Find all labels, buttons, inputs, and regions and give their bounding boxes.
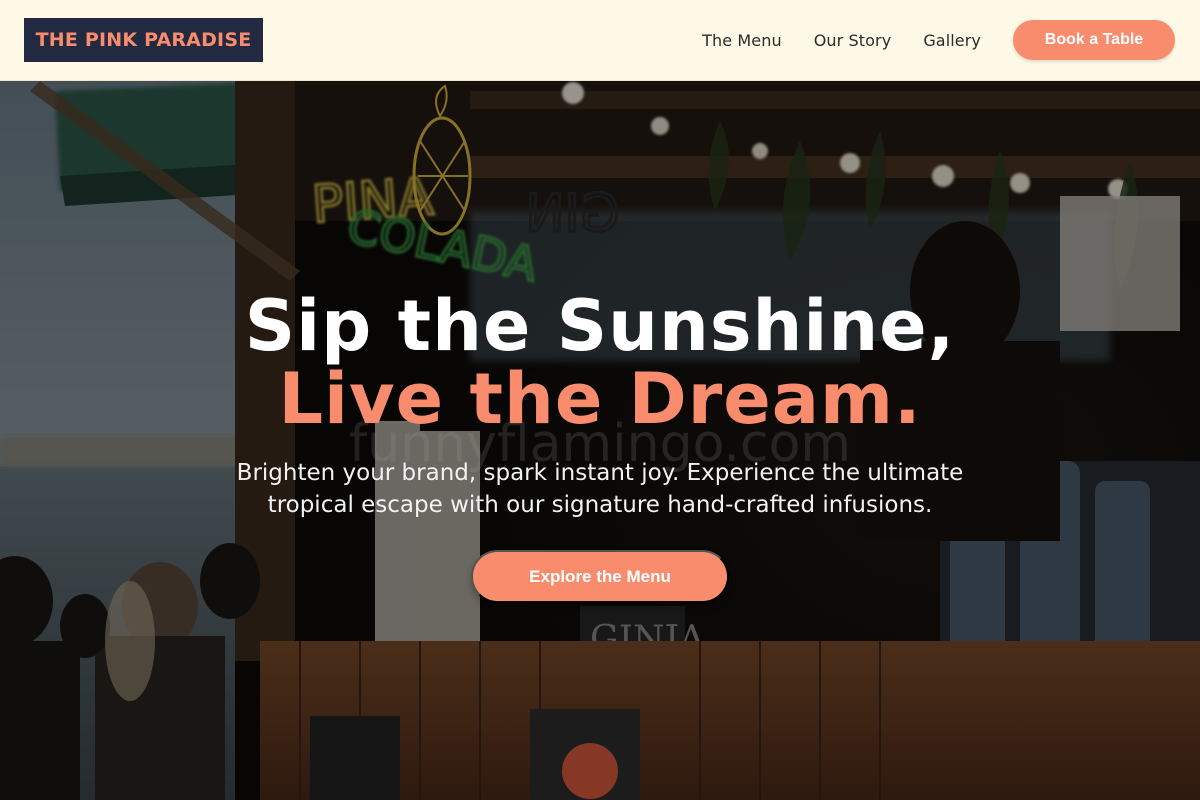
book-table-button[interactable]: Book a Table: [1013, 20, 1175, 60]
nav-menu: The Menu Our Story Gallery Book a Table: [702, 20, 1176, 60]
hero-headline-line1: Sip the Sunshine,: [244, 285, 956, 367]
page: THE PINK PARADISE The Menu Our Story Gal…: [0, 0, 1200, 800]
hero-subtitle: Brighten your brand, spark instant joy. …: [200, 457, 1000, 521]
hero-subtitle-line1: Brighten your brand, spark instant joy. …: [236, 460, 964, 486]
navbar: THE PINK PARADISE The Menu Our Story Gal…: [0, 0, 1200, 81]
hero-headline-line2: Live the Dream.: [278, 358, 922, 440]
nav-link-menu[interactable]: The Menu: [702, 31, 782, 50]
hero-subtitle-line2: tropical escape with our signature hand-…: [267, 492, 933, 518]
explore-menu-button[interactable]: Explore the Menu: [471, 550, 729, 603]
nav-link-our-story[interactable]: Our Story: [814, 31, 892, 50]
hero-section: PINA COLADA GIN GINJA funnyflamingo.com …: [0, 81, 1200, 800]
logo[interactable]: THE PINK PARADISE: [24, 18, 263, 62]
hero-content: Sip the Sunshine, Live the Dream. Bright…: [0, 81, 1200, 800]
nav-link-gallery[interactable]: Gallery: [923, 31, 981, 50]
